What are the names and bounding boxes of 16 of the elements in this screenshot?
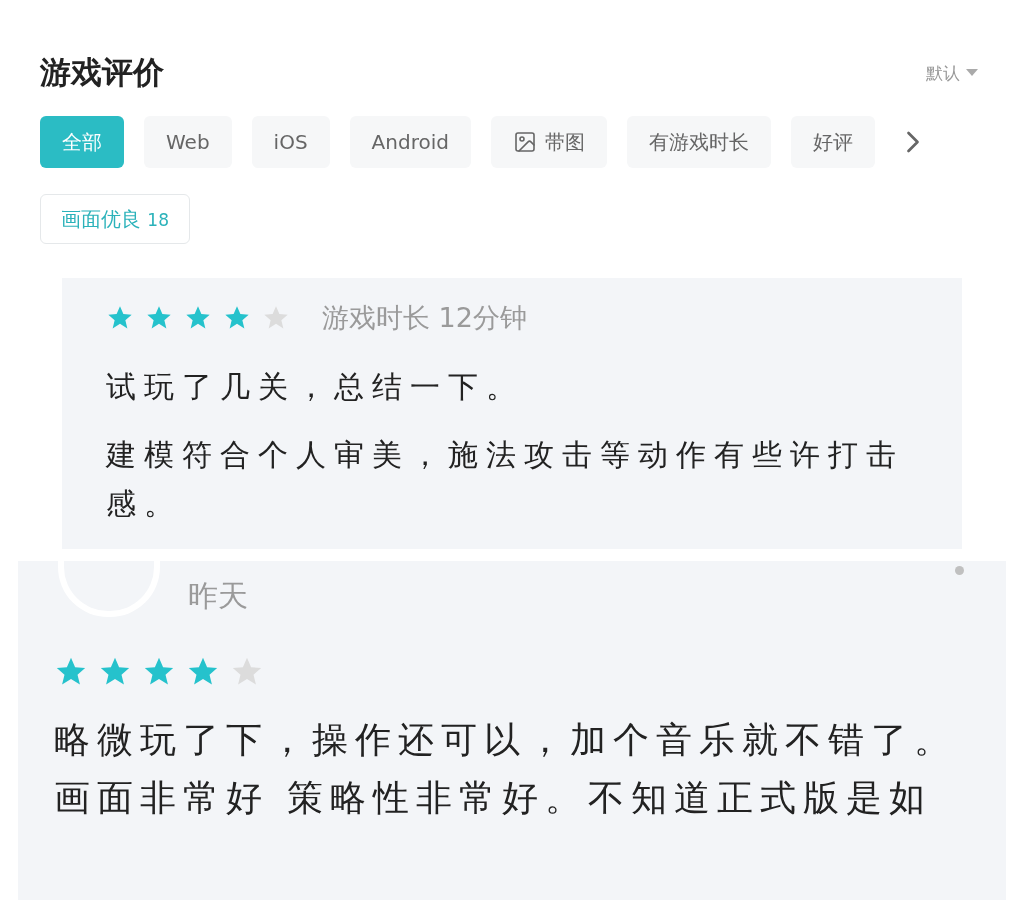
review-text: 画面非常好 策略性非常好。不知道正式版是如 bbox=[54, 775, 934, 820]
filter-tab[interactable]: Android bbox=[349, 116, 471, 168]
playtime-label: 游戏时长 12分钟 bbox=[322, 301, 527, 335]
filter-tab[interactable]: Web bbox=[144, 116, 232, 168]
caret-icon bbox=[966, 69, 978, 77]
image-icon bbox=[512, 130, 537, 154]
filter-tab[interactable]: 好评 bbox=[790, 116, 875, 168]
review-date: 昨天 bbox=[188, 576, 248, 615]
filter-tab[interactable]: 有游戏时长 bbox=[626, 116, 771, 168]
review-text: 略微玩了下，操作还可以，加个音乐就不错了。 bbox=[54, 717, 958, 762]
filter-tab[interactable]: iOS bbox=[251, 116, 330, 168]
review-text: 试玩了几关，总结一下。 bbox=[106, 368, 525, 406]
section-title: 游戏评价 bbox=[40, 53, 164, 92]
filter-tab[interactable]: 带图 bbox=[490, 116, 607, 168]
sort-dropdown[interactable]: 默认 bbox=[926, 61, 978, 85]
review-text: 建模符合个人审美，施法攻击等动作有些许打击感。 bbox=[106, 435, 905, 523]
